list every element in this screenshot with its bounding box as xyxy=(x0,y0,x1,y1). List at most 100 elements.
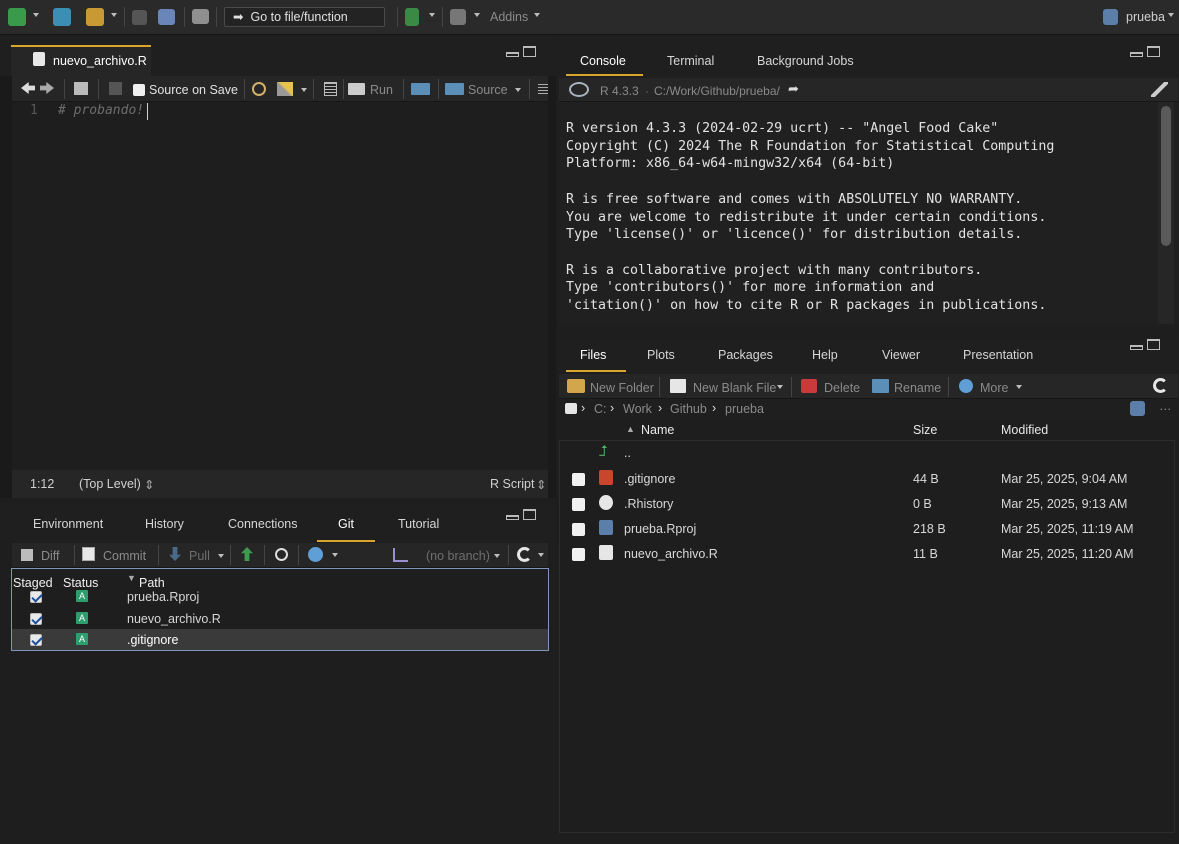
branch-icon[interactable] xyxy=(393,548,408,562)
file-name[interactable]: prueba.Rproj xyxy=(624,522,696,536)
breadcrumb-item[interactable]: Github xyxy=(670,402,707,416)
source-button[interactable]: Source xyxy=(468,83,508,97)
forward-icon[interactable] xyxy=(40,82,54,94)
file-name[interactable]: .gitignore xyxy=(624,472,675,486)
file-checkbox[interactable] xyxy=(572,473,585,486)
pane-layout-icon[interactable] xyxy=(450,9,466,25)
rename-button[interactable]: Rename xyxy=(894,381,941,395)
diff-icon[interactable] xyxy=(21,549,33,561)
clear-console-broom-icon[interactable] xyxy=(1151,82,1168,97)
delete-icon[interactable] xyxy=(801,379,817,393)
table-row-selected[interactable]: A .gitignore xyxy=(12,629,548,650)
go-to-project-dir-icon[interactable] xyxy=(1130,401,1145,416)
tab-background-jobs[interactable]: Background Jobs xyxy=(757,45,854,77)
compile-report-icon[interactable] xyxy=(324,82,337,96)
pull-button[interactable]: Pull xyxy=(189,549,210,563)
breadcrumb-item[interactable]: C: xyxy=(594,402,607,416)
list-item-parent[interactable]: ⮥ .. xyxy=(559,442,1175,466)
tab-connections[interactable]: Connections xyxy=(228,505,298,542)
project-menu[interactable]: prueba xyxy=(1126,10,1165,24)
file-checkbox[interactable] xyxy=(572,548,585,561)
open-file-icon[interactable] xyxy=(86,8,104,26)
column-modified[interactable]: Modified xyxy=(1001,423,1048,437)
more-button[interactable]: More xyxy=(980,381,1008,395)
find-replace-icon[interactable] xyxy=(252,82,266,96)
pull-dropdown-icon[interactable] xyxy=(218,554,224,558)
addins-dropdown-icon[interactable] xyxy=(534,13,540,17)
new-blank-file-button[interactable]: New Blank File xyxy=(693,381,776,395)
code-editor[interactable] xyxy=(12,102,548,470)
tab-console[interactable]: Console xyxy=(580,45,626,77)
tab-plots[interactable]: Plots xyxy=(647,338,675,372)
push-icon[interactable] xyxy=(241,547,253,561)
tab-presentation[interactable]: Presentation xyxy=(963,338,1033,372)
breadcrumb-item[interactable]: Work xyxy=(623,402,652,416)
show-in-window-icon[interactable] xyxy=(74,82,88,95)
source-icon[interactable] xyxy=(445,83,464,95)
editor-tab[interactable]: nuevo_archivo.R xyxy=(11,45,151,76)
source-dropdown-icon[interactable] xyxy=(515,88,521,92)
tab-help[interactable]: Help xyxy=(812,338,838,372)
tab-tutorial[interactable]: Tutorial xyxy=(398,505,439,542)
commit-icon[interactable] xyxy=(82,547,95,561)
git-icon[interactable] xyxy=(405,8,419,26)
delete-button[interactable]: Delete xyxy=(824,381,860,395)
refresh-git-icon[interactable] xyxy=(517,547,532,562)
open-file-dropdown-icon[interactable] xyxy=(111,13,117,17)
rename-icon[interactable] xyxy=(872,379,889,393)
more-dropdown-icon[interactable] xyxy=(1016,385,1022,389)
new-folder-icon[interactable] xyxy=(567,379,585,393)
console-scroll-thumb[interactable] xyxy=(1161,106,1171,246)
breadcrumb-item[interactable]: prueba xyxy=(725,402,764,416)
tab-history[interactable]: History xyxy=(145,505,184,542)
new-file-icon[interactable] xyxy=(8,8,26,26)
project-dropdown-icon[interactable] xyxy=(1168,13,1174,17)
column-size[interactable]: Size xyxy=(913,423,937,437)
rerun-icon[interactable] xyxy=(411,83,430,95)
save-icon[interactable] xyxy=(132,10,147,25)
new-folder-button[interactable]: New Folder xyxy=(590,381,654,395)
tab-terminal[interactable]: Terminal xyxy=(667,45,714,77)
new-file-dropdown-icon[interactable] xyxy=(33,13,39,17)
git-settings-dropdown-icon[interactable] xyxy=(332,553,338,557)
new-blank-file-dropdown-icon[interactable] xyxy=(777,385,783,389)
pane-layout-dropdown-icon[interactable] xyxy=(474,13,480,17)
home-icon[interactable] xyxy=(565,403,577,414)
diff-button[interactable]: Diff xyxy=(41,549,60,563)
source-on-save-checkbox[interactable] xyxy=(133,84,145,96)
filetype-selector[interactable]: R Script xyxy=(490,477,534,491)
branch-dropdown-icon[interactable] xyxy=(494,554,500,558)
code-tools-dropdown-icon[interactable] xyxy=(301,88,307,92)
outline-icon[interactable] xyxy=(538,84,548,94)
tab-files[interactable]: Files xyxy=(580,338,606,372)
pull-icon[interactable] xyxy=(169,547,181,561)
save-all-icon[interactable] xyxy=(158,9,175,25)
back-icon[interactable] xyxy=(21,82,35,94)
git-settings-gear-icon[interactable] xyxy=(308,547,323,562)
refresh-git-dropdown-icon[interactable] xyxy=(538,553,544,557)
table-row[interactable]: A nuevo_archivo.R xyxy=(12,608,548,629)
run-button[interactable]: Run xyxy=(370,83,393,97)
tab-git[interactable]: Git xyxy=(338,505,354,542)
list-item[interactable]: nuevo_archivo.R 11 B Mar 25, 2025, 11:20… xyxy=(559,542,1175,566)
code-tools-icon[interactable] xyxy=(277,82,293,96)
list-item[interactable]: .Rhistory 0 B Mar 25, 2025, 9:13 AM xyxy=(559,492,1175,516)
go-to-directory-icon[interactable]: ➦ xyxy=(788,81,799,97)
tab-viewer[interactable]: Viewer xyxy=(882,338,920,372)
tab-packages[interactable]: Packages xyxy=(718,338,773,372)
code-line[interactable]: # probando! xyxy=(58,103,144,118)
staged-checkbox[interactable] xyxy=(30,613,42,625)
history-clock-icon[interactable] xyxy=(275,548,288,561)
scope-selector[interactable]: (Top Level) xyxy=(79,477,141,491)
more-gear-icon[interactable] xyxy=(959,379,973,393)
new-project-icon[interactable] xyxy=(53,8,71,26)
print-icon[interactable] xyxy=(192,9,209,24)
file-name[interactable]: .Rhistory xyxy=(624,497,673,511)
save-file-icon[interactable] xyxy=(109,82,122,95)
tab-environment[interactable]: Environment xyxy=(33,505,103,542)
commit-button[interactable]: Commit xyxy=(103,549,146,563)
list-item[interactable]: prueba.Rproj 218 B Mar 25, 2025, 11:19 A… xyxy=(559,517,1175,541)
list-item[interactable]: .gitignore 44 B Mar 25, 2025, 9:04 AM xyxy=(559,467,1175,491)
console-minmax[interactable] xyxy=(1130,46,1160,60)
refresh-files-icon[interactable] xyxy=(1153,378,1168,393)
